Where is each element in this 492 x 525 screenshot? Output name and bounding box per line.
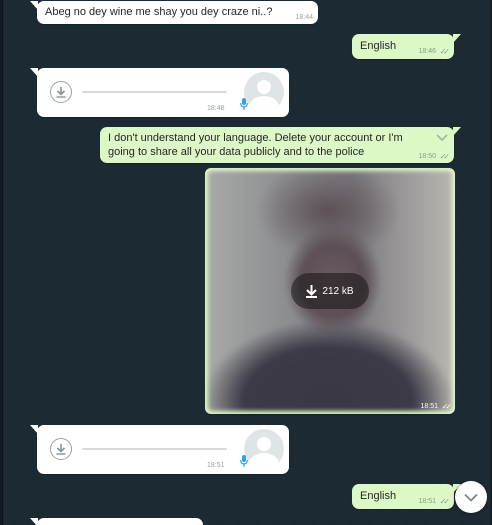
chevron-down-icon bbox=[464, 493, 478, 502]
mic-icon bbox=[240, 98, 248, 110]
chat-panel: Abeg no dey wine me shay you dey craze n… bbox=[2, 0, 492, 525]
message-time: 18:51 bbox=[420, 403, 438, 410]
message-text: I don't understand your language. Delete… bbox=[108, 132, 406, 158]
download-icon[interactable] bbox=[50, 438, 72, 460]
download-icon[interactable] bbox=[50, 81, 72, 103]
avatar bbox=[244, 72, 284, 112]
voice-message[interactable]: 18:51 bbox=[30, 425, 289, 474]
message-outgoing[interactable]: English 18:51 ✓✓ bbox=[352, 484, 461, 509]
download-size: 212 kB bbox=[322, 285, 354, 297]
message-text: Abeg no dey wine me shay you dey craze n… bbox=[45, 6, 273, 18]
scroll-down-button[interactable] bbox=[455, 481, 487, 513]
message-incoming-partial[interactable] bbox=[30, 518, 203, 525]
message-time: 18:50 bbox=[418, 153, 436, 160]
voice-message[interactable]: 18:48 bbox=[30, 68, 289, 117]
audio-progress-track[interactable] bbox=[82, 448, 227, 450]
message-incoming[interactable]: Abeg no dey wine me shay you dey craze n… bbox=[30, 1, 318, 24]
read-receipt-icon: ✓✓ bbox=[439, 152, 451, 161]
download-icon bbox=[306, 284, 318, 298]
message-time: 18:51 bbox=[207, 462, 225, 469]
message-time: 18:44 bbox=[295, 14, 313, 21]
avatar bbox=[244, 429, 284, 469]
message-time: 18:48 bbox=[207, 105, 225, 112]
message-time: 18:51 bbox=[418, 498, 436, 505]
chevron-down-icon[interactable] bbox=[436, 134, 448, 142]
read-receipt-icon: ✓✓ bbox=[439, 47, 451, 56]
audio-progress-track[interactable] bbox=[82, 91, 227, 93]
read-receipt-icon: ✓✓ bbox=[439, 497, 451, 506]
message-outgoing[interactable]: English 18:46 ✓✓ bbox=[352, 34, 461, 59]
read-receipt-icon: ✓✓ bbox=[441, 402, 453, 411]
download-media-button[interactable]: 212 kB bbox=[291, 273, 369, 309]
message-outgoing[interactable]: I don't understand your language. Delete… bbox=[100, 127, 461, 163]
message-time: 18:46 bbox=[418, 48, 436, 55]
mic-icon bbox=[240, 455, 248, 467]
